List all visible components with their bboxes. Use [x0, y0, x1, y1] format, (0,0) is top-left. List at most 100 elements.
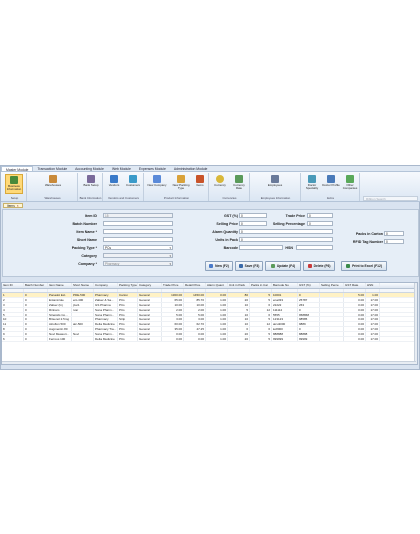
business-information-button[interactable]: Business Information: [5, 174, 23, 194]
currency-button[interactable]: Currency: [211, 174, 229, 194]
tab-expenses-module[interactable]: Expenses Module: [135, 166, 170, 171]
horizontal-scrollbar[interactable]: [2, 361, 416, 364]
filter-cell[interactable]: [138, 289, 162, 292]
gst-field[interactable]: 0: [239, 213, 267, 218]
filter-cell[interactable]: [344, 289, 366, 292]
filter-cell[interactable]: [366, 289, 380, 292]
column-header[interactable]: Batch Number: [24, 283, 48, 288]
packing-type-select[interactable]: PCs: [103, 245, 173, 250]
column-header[interactable]: Short Name: [72, 283, 94, 288]
items-button[interactable]: Items: [193, 174, 207, 194]
table-row[interactable]: 6 0 Ferrous 100 Delta Medicine PCs General 0.0…: [2, 337, 417, 342]
table-cell: 0: [24, 322, 48, 327]
column-header[interactable]: Category: [138, 283, 162, 288]
column-header[interactable]: GST Rate: [344, 283, 366, 288]
tab-administration-module[interactable]: Administration Module: [170, 166, 212, 171]
tab-master-module[interactable]: Master Module: [1, 166, 34, 172]
tab-items[interactable]: Items ×: [3, 203, 23, 208]
vendors-button[interactable]: Vendors: [105, 174, 123, 194]
filter-cell[interactable]: [320, 289, 344, 292]
filter-cell[interactable]: [298, 289, 320, 292]
table-cell: 0: [24, 293, 48, 297]
tab-web-module[interactable]: Web Module: [108, 166, 135, 171]
table-cell: Augmentin 80: [48, 327, 72, 332]
bank-setup-button[interactable]: Bank Setup: [82, 174, 100, 194]
filter-cell[interactable]: [94, 289, 118, 292]
other-companies-button[interactable]: Other Companies: [341, 174, 359, 194]
batch-number-field[interactable]: [103, 221, 173, 226]
column-header[interactable]: Company: [94, 283, 118, 288]
column-header[interactable]: Unit in Pack: [228, 283, 250, 288]
filter-cell[interactable]: [24, 289, 48, 292]
new-button[interactable]: New (F2): [205, 261, 233, 271]
tab-transaction-module[interactable]: Transaction Module: [33, 166, 71, 171]
packs-in-carton-field[interactable]: 0: [384, 231, 404, 236]
filter-cell[interactable]: [184, 289, 206, 292]
delete-button[interactable]: Delete (F6): [303, 261, 335, 271]
column-header[interactable]: Trade Price: [162, 283, 184, 288]
filter-cell[interactable]: [272, 289, 298, 292]
table-cell: 10.00: [162, 302, 184, 307]
units-in-pack-field[interactable]: 0: [239, 237, 333, 242]
new-company-button[interactable]: New Company: [146, 174, 168, 194]
table-cell: 0: [298, 327, 320, 332]
filter-cell[interactable]: [206, 289, 228, 292]
close-icon[interactable]: ×: [17, 204, 19, 208]
rfid-tag-field[interactable]: 0: [384, 239, 404, 244]
ribbon-group-employees: Employees Employees Information: [251, 173, 301, 201]
column-header[interactable]: Barcode Nu: [272, 283, 298, 288]
ribbon-group-warehouses: Warehouses Warehouses: [28, 173, 78, 201]
warehouses-button[interactable]: Warehouses: [44, 174, 62, 194]
doctor-profile-button[interactable]: Doctor Profile: [322, 174, 340, 194]
new-icon: [209, 264, 214, 268]
doctor-speciality-button[interactable]: Doctor Speciality: [303, 174, 321, 194]
column-header[interactable]: Packs in Car: [250, 283, 272, 288]
column-header[interactable]: Retail Price: [184, 283, 206, 288]
table-cell: [72, 317, 94, 322]
column-header[interactable]: Item Name: [48, 283, 72, 288]
table-cell: 20: [228, 337, 250, 341]
filter-cell[interactable]: [48, 289, 72, 292]
trade-price-field[interactable]: 0: [307, 213, 333, 218]
new-packing-type-button[interactable]: New Packing Type: [170, 174, 192, 194]
company-select[interactable]: Pharmacy: [103, 261, 173, 266]
table-cell: Panadol Ext.: [48, 293, 72, 297]
column-header[interactable]: Item ID: [2, 283, 24, 288]
table-cell: Novi: [72, 332, 94, 337]
filter-cell[interactable]: [250, 289, 272, 292]
column-header[interactable]: GST (%): [298, 283, 320, 288]
selling-price-field[interactable]: 0: [239, 221, 267, 226]
column-header[interactable]: Packing Type: [118, 283, 138, 288]
table-cell: 1.00: [206, 337, 228, 341]
ribbon-search-input[interactable]: Ribbon Search: [363, 196, 418, 201]
filter-cell[interactable]: [228, 289, 250, 292]
companies-icon: [346, 175, 354, 183]
filter-cell[interactable]: [72, 289, 94, 292]
short-name-field[interactable]: [103, 237, 173, 242]
tab-accounting-module[interactable]: Accounting Module: [71, 166, 108, 171]
selling-percentage-field[interactable]: 0: [307, 221, 333, 226]
column-header[interactable]: HSN: [366, 283, 380, 288]
column-header[interactable]: Alarm Quant: [206, 283, 228, 288]
filter-cell[interactable]: [118, 289, 138, 292]
currency-rate-button[interactable]: Currency Rate: [230, 174, 248, 194]
alarm-quantity-field[interactable]: 0: [239, 229, 333, 234]
filter-cell[interactable]: [2, 289, 24, 292]
column-header[interactable]: Selling Perce: [320, 283, 344, 288]
item-name-field[interactable]: [103, 229, 173, 234]
customers-button[interactable]: Customers: [124, 174, 142, 194]
table-cell: 17.00: [366, 327, 380, 332]
category-select[interactable]: [103, 253, 173, 258]
print-to-excel-button[interactable]: Print to Excel (F12): [341, 261, 387, 271]
barcode-field[interactable]: [239, 245, 283, 250]
table-cell: 17.00: [366, 337, 380, 341]
table-cell: 999999: [272, 337, 298, 341]
vertical-scrollbar[interactable]: [414, 283, 417, 364]
hsn-field[interactable]: [296, 245, 333, 250]
update-button[interactable]: Update (F4): [265, 261, 301, 271]
table-cell: 1: [2, 293, 24, 297]
save-button[interactable]: Save (F3): [235, 261, 263, 271]
filter-cell[interactable]: [162, 289, 184, 292]
employees-button[interactable]: Employees: [265, 174, 285, 194]
building-icon: [10, 176, 18, 184]
